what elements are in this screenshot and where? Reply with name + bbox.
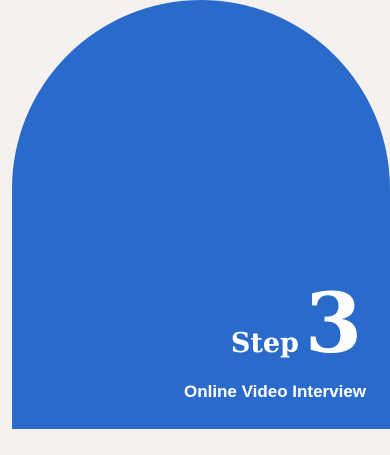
step-card: Step 3 Online Video Interview <box>12 0 390 429</box>
step-number: 3 <box>304 276 362 372</box>
step-subtitle: Online Video Interview <box>183 382 366 401</box>
step-heading: Step 3 <box>231 283 362 365</box>
step-label: Step <box>230 328 299 359</box>
